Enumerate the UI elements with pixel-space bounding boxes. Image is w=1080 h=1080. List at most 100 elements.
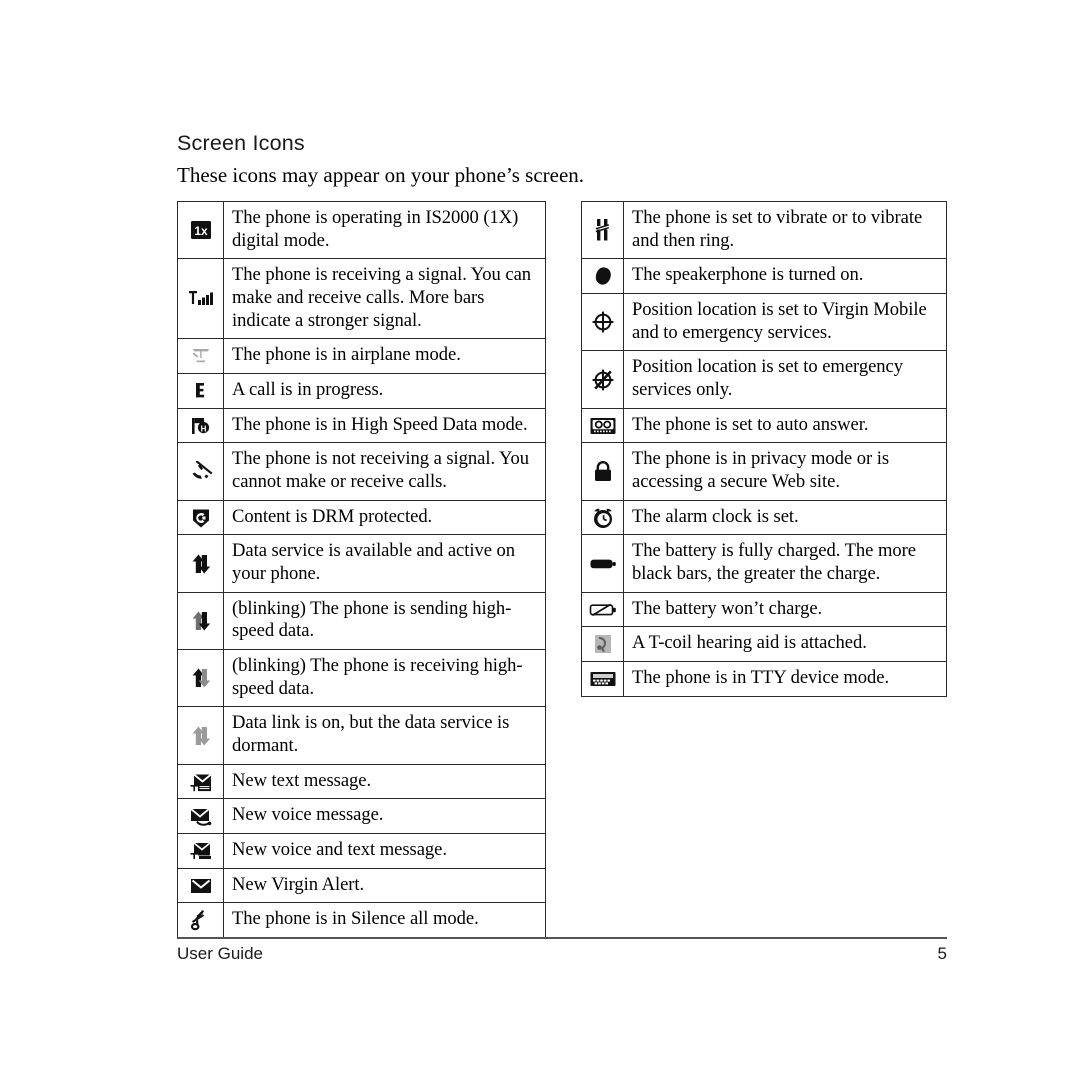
icon-description: (blinking) The phone is receiving high-s… — [223, 649, 546, 708]
icon-cell — [177, 534, 224, 593]
table-row: A call is in progress. — [177, 373, 546, 409]
table-row: The phone is receiving a signal. You can… — [177, 258, 546, 340]
silence-all-icon — [190, 908, 212, 932]
icon-cell — [177, 706, 224, 765]
icon-cell — [581, 534, 624, 593]
table-row: The battery won’t charge. — [581, 591, 947, 628]
icon-cell — [177, 258, 224, 340]
page-subtitle: These icons may appear on your phone’s s… — [177, 163, 585, 187]
icon-description: New voice and text message. — [223, 833, 546, 869]
icon-description: Position location is set to Virgin Mobil… — [623, 293, 947, 352]
icon-cell — [177, 763, 224, 800]
icon-description: The phone is in privacy mode or is acces… — [623, 442, 947, 501]
table-row: The phone is not receiving a signal. You… — [177, 442, 546, 501]
icon-cell — [177, 649, 224, 708]
position-location-on-icon — [591, 310, 615, 334]
icon-description: The phone is receiving a signal. You can… — [223, 258, 546, 340]
table-row: Data service is available and active on … — [177, 534, 546, 593]
table-left-body: 1x The phone is operating in IS2000 (1X) … — [177, 200, 546, 939]
icon-description: The phone is set to auto answer. — [623, 407, 947, 444]
table-row: The phone is in TTY device mode. — [581, 661, 947, 697]
icon-description: The phone is in High Speed Data mode. — [223, 407, 546, 444]
icon-description: Data service is available and active on … — [223, 534, 546, 593]
table-row: Data link is on, but the data service is… — [177, 706, 546, 765]
icon-description: The alarm clock is set. — [623, 499, 947, 536]
icon-description: The phone is in Silence all mode. — [223, 902, 546, 939]
icon-cell: 1x — [177, 200, 224, 260]
icon-description: The phone is in TTY device mode. — [623, 661, 947, 697]
airplane-mode-icon — [189, 345, 213, 367]
icon-description: The battery is fully charged. The more b… — [623, 534, 947, 593]
table-row: The battery is fully charged. The more b… — [581, 534, 947, 593]
position-location-911-icon — [591, 368, 615, 392]
data-dormant-icon — [189, 724, 213, 748]
icon-cell — [177, 867, 224, 904]
table-row: The phone is in Silence all mode. — [177, 902, 546, 939]
svg-text:1x: 1x — [194, 224, 208, 238]
table-row: Content is DRM protected. — [177, 499, 546, 536]
drm-shield-icon — [190, 507, 212, 529]
icon-description: The phone is set to vibrate or to vibrat… — [623, 200, 947, 260]
table-row: The phone is set to auto answer. — [581, 407, 947, 444]
icon-cell — [581, 442, 624, 501]
data-active-icon — [189, 552, 213, 576]
signal-bars-icon — [188, 288, 214, 310]
svg-text:H: H — [200, 424, 206, 433]
document-page: Screen Icons These icons may appear on y… — [0, 0, 1080, 1080]
table-row: The phone is in airplane mode. — [177, 338, 546, 375]
table-row: New voice message. — [177, 798, 546, 835]
table-row: The speakerphone is turned on. — [581, 258, 947, 295]
icon-cell — [581, 293, 624, 352]
new-voice-and-text-icon — [188, 840, 214, 862]
data-receiving-icon — [189, 666, 213, 690]
icon-cell — [177, 499, 224, 536]
icon-cell — [581, 661, 624, 697]
icon-cell — [177, 442, 224, 501]
table-row: New voice and text message. — [177, 833, 546, 869]
new-text-message-icon — [188, 771, 214, 793]
data-sending-icon — [189, 609, 213, 633]
auto-answer-icon — [589, 416, 617, 436]
tty-device-icon — [589, 670, 617, 688]
footer-page-number: 5 — [937, 944, 947, 963]
icon-description: New voice message. — [223, 798, 546, 835]
privacy-lock-icon — [592, 460, 614, 484]
icon-description: A T-coil hearing aid is attached. — [623, 626, 947, 663]
new-virgin-alert-icon — [188, 876, 214, 896]
table-right-body: The phone is set to vibrate or to vibrat… — [581, 200, 947, 697]
table-row: H The phone is in High Speed Data mode. — [177, 407, 546, 444]
icon-cell — [177, 338, 224, 375]
battery-no-charge-icon — [589, 602, 617, 618]
table-row: (blinking) The phone is sending high-spe… — [177, 591, 546, 651]
alarm-clock-icon — [591, 506, 615, 530]
table-row: The phone is in privacy mode or is acces… — [581, 442, 947, 501]
icon-description: The speakerphone is turned on. — [623, 258, 947, 295]
new-voice-message-icon — [188, 805, 214, 827]
icon-cell — [581, 407, 624, 444]
table-row: Position location is set to emergency se… — [581, 350, 947, 409]
icon-description: New text message. — [223, 763, 546, 800]
high-speed-data-icon: H — [189, 415, 213, 437]
icon-description: The battery won’t charge. — [623, 591, 947, 628]
call-in-progress-icon — [192, 380, 210, 402]
table-row: Position location is set to Virgin Mobil… — [581, 293, 947, 352]
icon-cell — [581, 499, 624, 536]
speakerphone-icon — [592, 265, 614, 287]
icon-description: The phone is not receiving a signal. You… — [223, 442, 546, 501]
icon-cell — [581, 258, 624, 295]
icon-cell — [581, 350, 624, 409]
icon-cell — [177, 373, 224, 409]
footer-divider — [177, 937, 947, 939]
icon-cell — [581, 591, 624, 628]
icon-description: A call is in progress. — [223, 373, 546, 409]
page-title: Screen Icons — [177, 131, 305, 155]
table-row: New text message. — [177, 763, 546, 800]
icon-description: Data link is on, but the data service is… — [223, 706, 546, 765]
vibrate-icon — [592, 217, 614, 243]
icon-cell — [177, 833, 224, 869]
icon-cell — [581, 626, 624, 663]
table-row: The alarm clock is set. — [581, 499, 947, 536]
tcoil-hearing-aid-icon — [593, 633, 613, 655]
1x-digital-mode-icon: 1x — [190, 219, 212, 241]
screen-icons-table-left: 1x The phone is operating in IS2000 (1X) … — [177, 200, 546, 939]
